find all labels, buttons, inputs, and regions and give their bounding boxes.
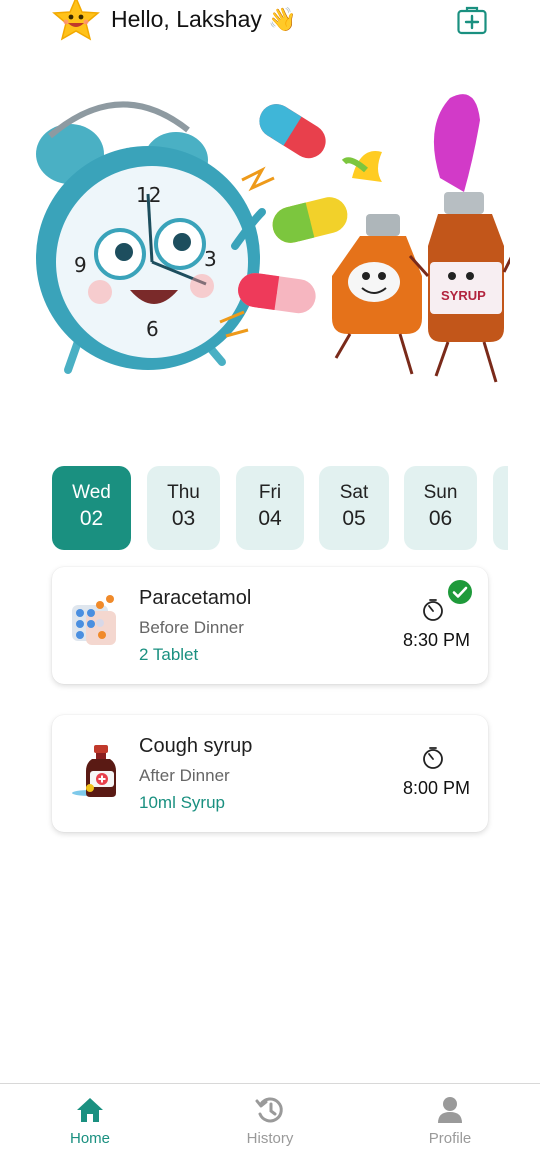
- day-number: 02: [79, 507, 104, 530]
- nav-label: Home: [69, 1130, 110, 1147]
- day-item-wed[interactable]: Wed 02: [52, 466, 131, 550]
- day-name: Fri: [258, 482, 282, 503]
- nav-profile[interactable]: Profile: [390, 1084, 510, 1161]
- history-icon: [255, 1097, 283, 1123]
- day-name: Wed: [72, 482, 111, 503]
- medicine-timing: After Dinner: [139, 766, 230, 785]
- day-item-thu[interactable]: Thu 03: [147, 466, 220, 550]
- small-bottle-illustration: [332, 151, 422, 375]
- medicine-time: 8:30 PM: [402, 630, 470, 650]
- medicine-name: Paracetamol: [139, 587, 252, 609]
- nav-label: History: [246, 1130, 294, 1147]
- nav-home[interactable]: Home: [30, 1084, 150, 1161]
- medical-kit-plus-icon[interactable]: [456, 4, 488, 36]
- greeting-text: Hello, Lakshay 👋: [111, 6, 297, 32]
- day-item-sat[interactable]: Sat 05: [319, 466, 389, 550]
- home-icon: [77, 1098, 103, 1122]
- day-name: Sun: [423, 482, 458, 503]
- smiling-star-icon: [52, 0, 100, 41]
- day-item-sun[interactable]: Sun 06: [404, 466, 477, 550]
- day-name: Sat: [339, 482, 369, 503]
- hero-illustration: 12 3 6 9: [36, 94, 510, 383]
- nav-label: Profile: [428, 1130, 472, 1147]
- day-number: 03: [171, 507, 196, 530]
- timer-icon: [423, 747, 443, 769]
- day-name: Thu: [167, 482, 200, 503]
- day-number: 05: [342, 507, 366, 530]
- clock-number-3: 3: [204, 247, 217, 271]
- bottom-navigation: Home History Profile: [0, 1083, 540, 1161]
- medicine-dose: 2 Tablet: [139, 645, 199, 664]
- tablet-blister-icon: [72, 595, 116, 645]
- medicine-card[interactable]: Cough syrup After Dinner 10ml Syrup 8:00…: [52, 715, 488, 832]
- syrup-bottle-illustration: SYRUP: [408, 94, 510, 383]
- syrup-label-text: SYRUP: [441, 288, 486, 303]
- clock-number-9: 9: [74, 253, 87, 277]
- app-header: Hello, Lakshay 👋: [0, 0, 540, 44]
- day-item-fri[interactable]: Fri 04: [236, 466, 304, 550]
- medicine-dose: 10ml Syrup: [139, 793, 225, 812]
- medicine-name: Cough syrup: [139, 735, 253, 757]
- medicine-time: 8:00 PM: [402, 778, 470, 798]
- checkmark-icon: [448, 580, 472, 604]
- nav-history[interactable]: History: [210, 1084, 330, 1161]
- day-item-partial[interactable]: [493, 466, 508, 550]
- profile-icon: [438, 1097, 462, 1123]
- clock-number-6: 6: [146, 317, 159, 341]
- alarm-clock-illustration: 12 3 6 9: [36, 101, 266, 374]
- day-selector: Wed 02 Thu 03 Fri 04 Sat 05 Sun 06: [52, 466, 508, 550]
- timer-icon: [423, 599, 443, 621]
- syrup-bottle-icon: [72, 745, 116, 797]
- day-number: 04: [258, 507, 282, 530]
- day-number: 06: [428, 507, 453, 530]
- medicine-card[interactable]: Paracetamol Before Dinner 2 Tablet 8:30 …: [52, 567, 488, 684]
- medicine-timing: Before Dinner: [139, 618, 244, 637]
